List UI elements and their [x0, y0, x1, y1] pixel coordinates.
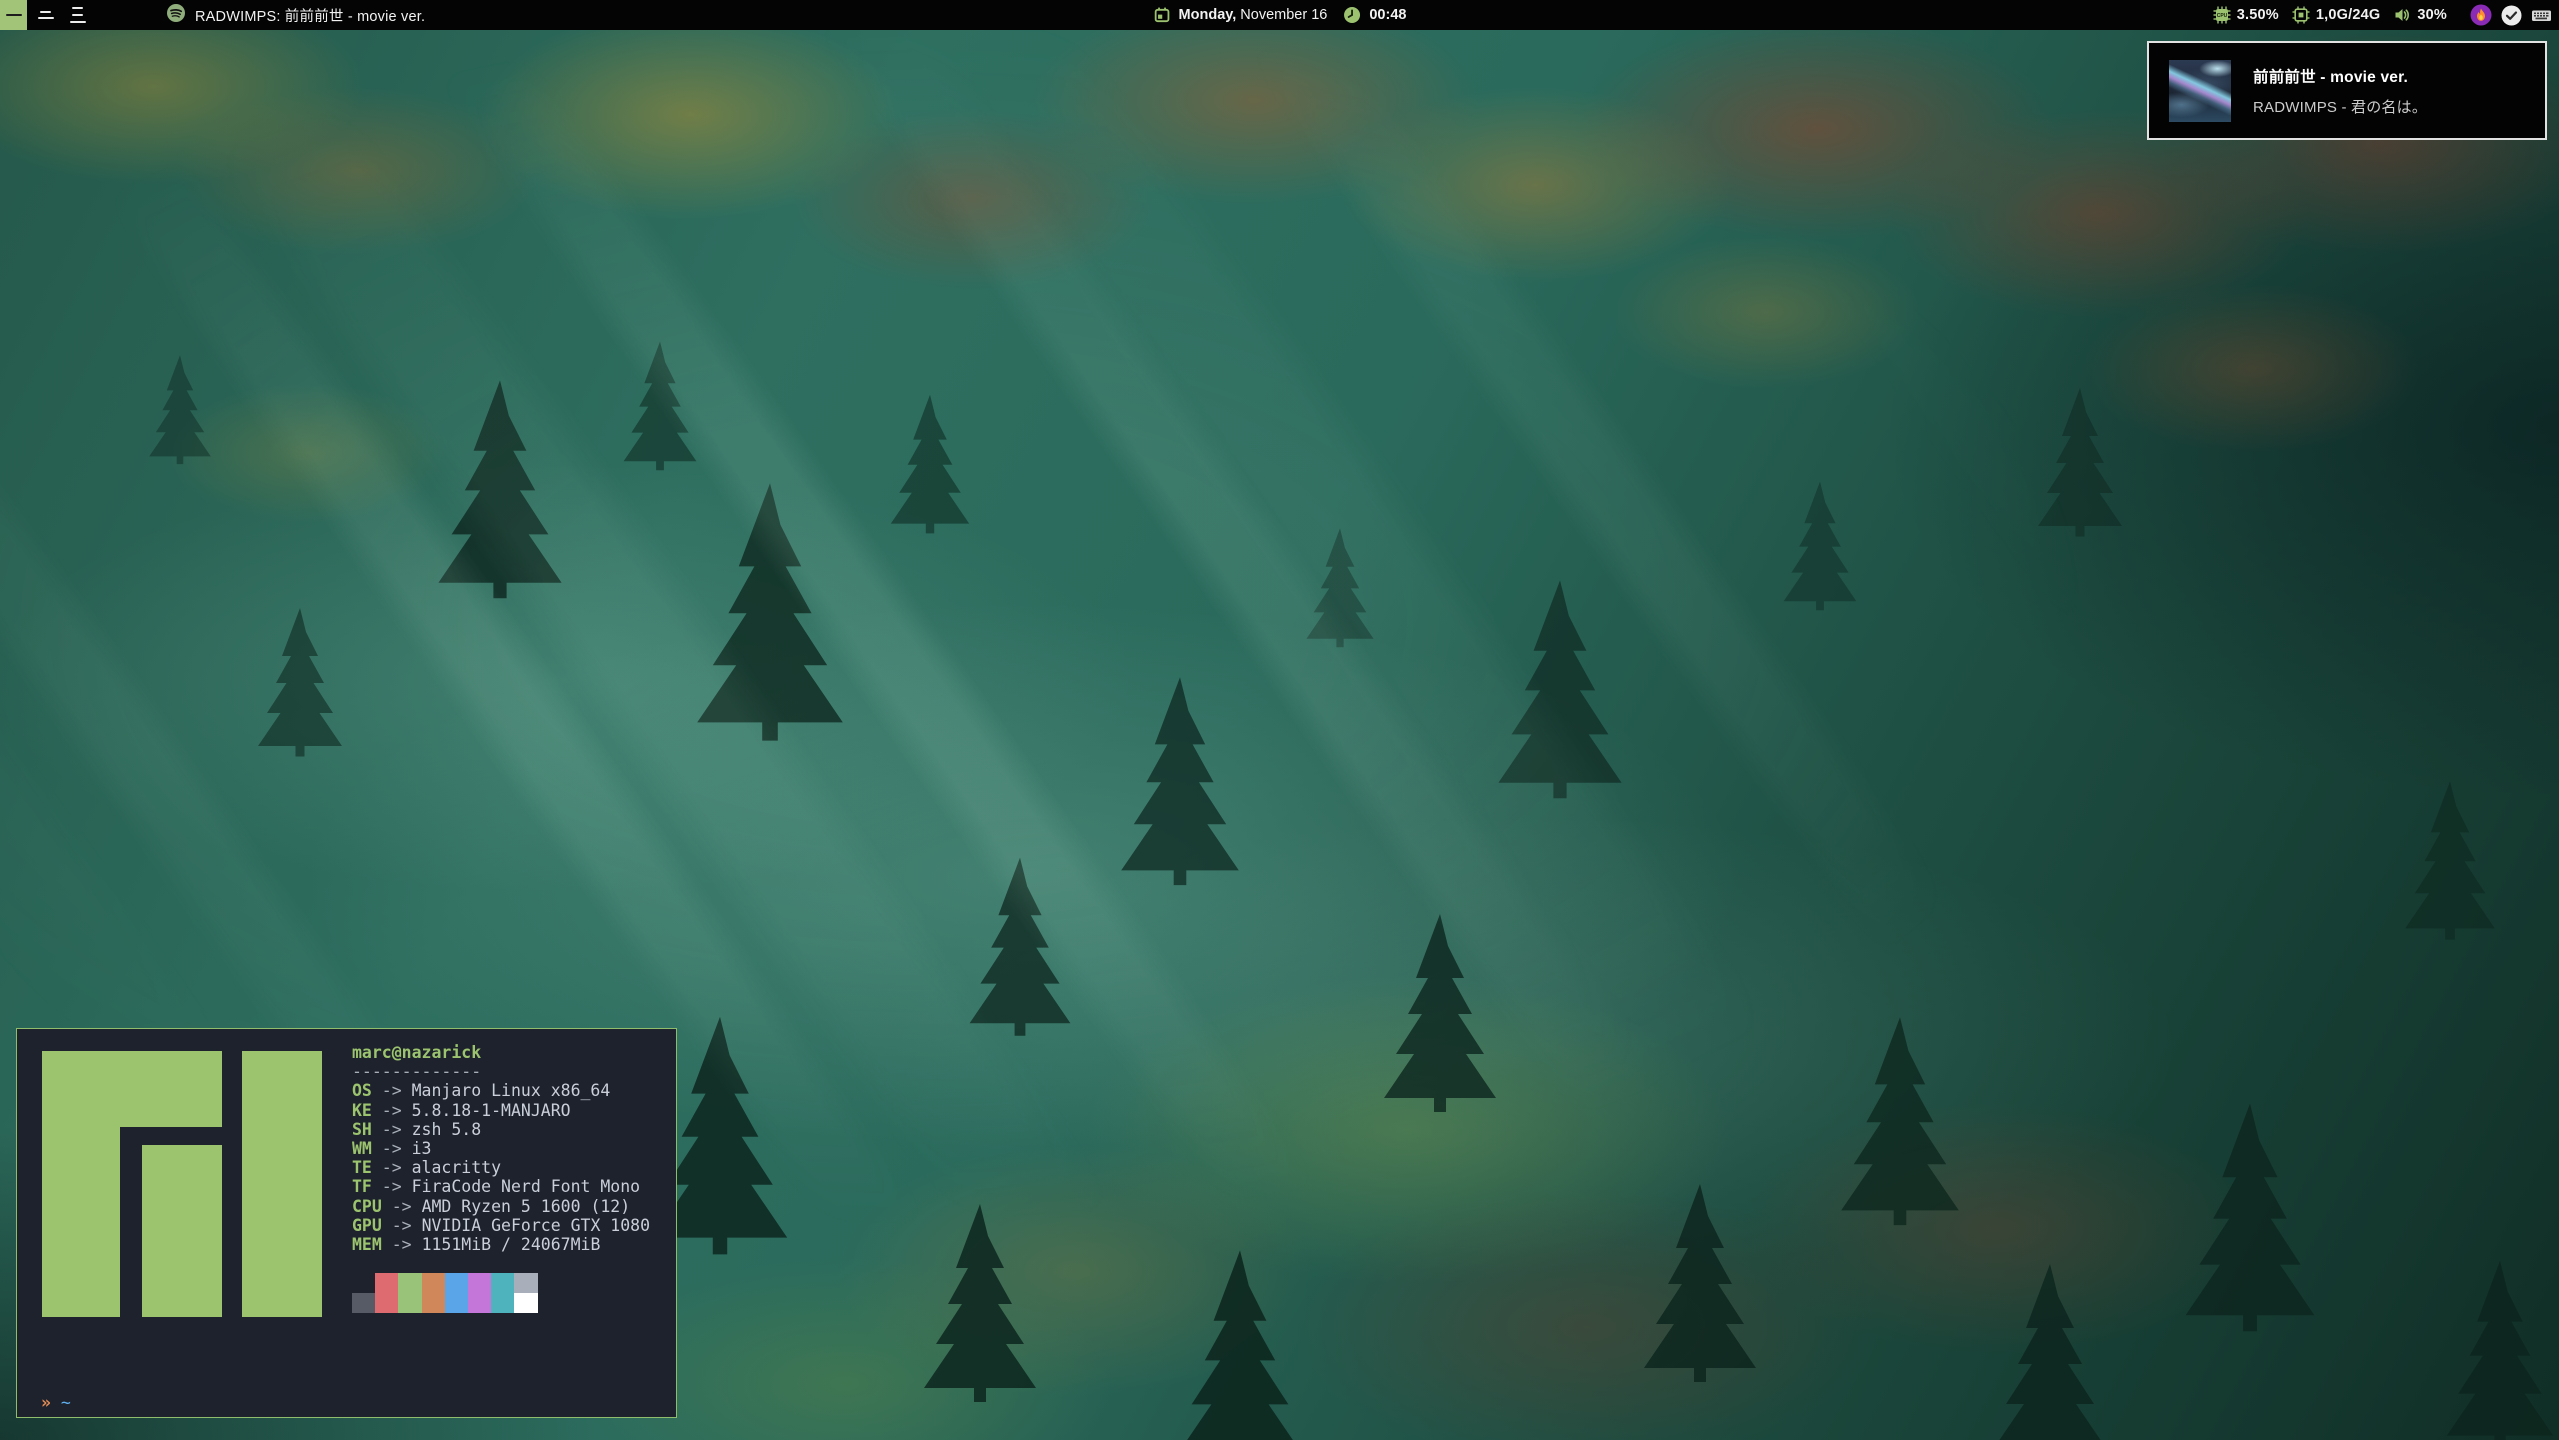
neofetch-user-host: marc@nazarick [352, 1043, 650, 1062]
flame-tray-icon[interactable] [2470, 4, 2492, 26]
album-art [2169, 60, 2231, 122]
neofetch-info-line: SH -> zsh 5.8 [352, 1120, 650, 1139]
neofetch-info-line: KE -> 5.8.18-1-MANJARO [352, 1101, 650, 1120]
updates-check-tray-icon[interactable] [2501, 5, 2522, 26]
memory-module: 1,0G/24G [2292, 6, 2380, 24]
date-day: Monday, [1179, 7, 1237, 23]
notification-text: 前前前世 - movie ver. RADWIMPS - 君の名は。 [2253, 65, 2427, 117]
workspace-button-1[interactable] [0, 0, 27, 30]
notification-title: 前前前世 - movie ver. [2253, 65, 2427, 87]
notification-body: RADWIMPS - 君の名は。 [2253, 96, 2427, 117]
workspace-button-2[interactable] [32, 0, 59, 30]
volume-level: 30% [2417, 7, 2447, 23]
palette-swatch [514, 1273, 537, 1293]
neofetch-info-line: WM -> i3 [352, 1139, 650, 1158]
palette-swatch [375, 1273, 398, 1293]
terminal-window[interactable]: marc@nazarick ------------- OS -> Manjar… [16, 1028, 677, 1418]
palette-swatch [422, 1273, 445, 1293]
spotify-icon [166, 3, 186, 27]
keyboard-layout-tray-icon[interactable] [2531, 5, 2552, 26]
workspace-switcher [0, 0, 96, 30]
clock-group: 00:48 [1343, 6, 1406, 24]
palette-swatch [514, 1293, 537, 1313]
neofetch-info: OS -> Manjaro Linux x86_64KE -> 5.8.18-1… [352, 1081, 650, 1254]
palette-swatch [491, 1293, 514, 1313]
music-notification[interactable]: 前前前世 - movie ver. RADWIMPS - 君の名は。 [2147, 41, 2547, 140]
neofetch-output: marc@nazarick ------------- OS -> Manjar… [352, 1043, 650, 1313]
svg-text:CPU: CPU [2216, 13, 2227, 19]
shell-prompt[interactable]: » ~ λ [41, 1355, 81, 1440]
neofetch-separator: ------------- [352, 1062, 650, 1081]
palette-swatch [468, 1273, 491, 1293]
palette-swatch [491, 1273, 514, 1293]
cpu-icon: CPU [2213, 6, 2231, 24]
palette-swatch [375, 1293, 398, 1313]
terminal-color-palette [352, 1273, 650, 1312]
palette-swatch [352, 1273, 375, 1293]
palette-swatch [352, 1293, 375, 1313]
status-bar: RADWIMPS: 前前前世 - movie ver. Monday, Nove… [0, 0, 2559, 30]
neofetch-info-line: GPU -> NVIDIA GeForce GTX 1080 [352, 1216, 650, 1235]
volume-module[interactable]: 30% [2393, 6, 2447, 24]
palette-swatch [398, 1273, 421, 1293]
neofetch-info-line: OS -> Manjaro Linux x86_64 [352, 1081, 650, 1100]
palette-swatch [398, 1293, 421, 1313]
memory-usage: 1,0G/24G [2316, 7, 2380, 23]
neofetch-info-line: TF -> FiraCode Nerd Font Mono [352, 1177, 650, 1196]
bar-right-modules: CPU 3.50% 1,0G/24G [2200, 0, 2559, 30]
cpu-module: CPU 3.50% [2213, 6, 2279, 24]
palette-swatch [422, 1293, 445, 1313]
memory-icon [2292, 6, 2310, 24]
calendar-icon [1153, 6, 1171, 24]
system-tray [2461, 4, 2552, 26]
manjaro-logo [42, 1051, 322, 1317]
now-playing-text: RADWIMPS: 前前前世 - movie ver. [195, 5, 425, 26]
prompt-path: ~ [61, 1393, 71, 1412]
time-text: 00:48 [1369, 7, 1406, 23]
cpu-usage: 3.50% [2237, 7, 2279, 23]
palette-swatch [445, 1273, 468, 1293]
datetime-group: Monday, November 16 00:48 [1153, 0, 1407, 30]
palette-swatch [468, 1293, 491, 1313]
workspace-button-3[interactable] [64, 0, 91, 30]
date-text: Monday, November 16 [1179, 7, 1328, 23]
spotify-module[interactable]: RADWIMPS: 前前前世 - movie ver. [166, 3, 425, 27]
prompt-chevron: » [41, 1393, 51, 1412]
neofetch-info-line: MEM -> 1151MiB / 24067MiB [352, 1235, 650, 1254]
date-rest: November 16 [1236, 7, 1327, 23]
neofetch-info-line: CPU -> AMD Ryzen 5 1600 (12) [352, 1197, 650, 1216]
clock-icon [1343, 6, 1361, 24]
volume-icon [2393, 6, 2411, 24]
neofetch-info-line: TE -> alacritty [352, 1158, 650, 1177]
palette-swatch [445, 1293, 468, 1313]
